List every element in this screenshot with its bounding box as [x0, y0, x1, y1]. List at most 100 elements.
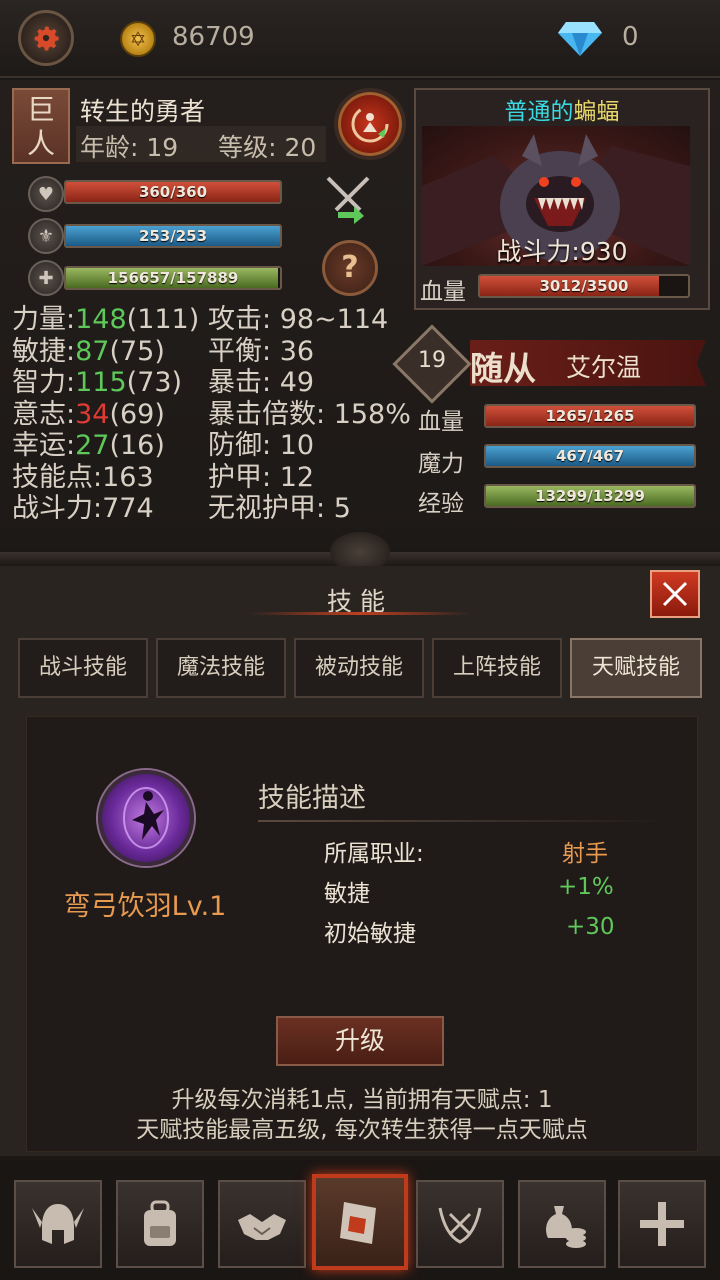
backpack-icon: [144, 1200, 176, 1246]
stats-right: 攻击: 98~114 平衡: 36 暴击: 49 暴击倍数: 158% 防御: 10 护甲…: [208, 304, 411, 525]
close-button[interactable]: [650, 570, 700, 618]
follower-exp-text: 13299/13299: [535, 487, 645, 505]
stat-label: 战斗力:: [12, 493, 103, 524]
close-icon: [662, 581, 688, 607]
stat-row: 幸运:27(16): [12, 430, 199, 462]
stat-row: 护甲: 12: [208, 462, 411, 494]
follower-hp-label: 血量: [418, 409, 464, 435]
desc-value-initial-agility: +30: [566, 914, 615, 940]
stat-row: 平衡: 36: [208, 336, 411, 368]
hero-exp-bar: 156657/157889: [64, 266, 282, 290]
desc-key-class: 所属职业:: [324, 841, 424, 867]
hero-name: 转生的勇者: [80, 97, 206, 126]
help-button[interactable]: ?: [322, 240, 378, 296]
stat-value: 5: [325, 493, 351, 524]
nav-inventory[interactable]: [116, 1180, 204, 1268]
question-icon: ?: [341, 250, 359, 285]
level-label: 等级:: [218, 133, 277, 162]
nav-skills[interactable]: [312, 1174, 408, 1270]
stat-value: 87: [75, 335, 110, 367]
helmet-mp-icon: ⚜: [28, 218, 64, 254]
hero-hp-bar: 360/360: [64, 180, 282, 204]
tab-passive-skills[interactable]: 被动技能: [294, 638, 424, 698]
stat-label: 暴击:: [208, 367, 272, 398]
skill-book-icon: [340, 1202, 376, 1244]
hero-mp-bar: 253/253: [64, 224, 282, 248]
stat-row: 无视护甲: 5: [208, 493, 411, 525]
stat-value: 10: [271, 430, 315, 461]
cross-icon: [640, 1202, 684, 1246]
stat-label: 护甲:: [208, 461, 272, 493]
enemy-hp-text: 3012/3500: [539, 277, 629, 295]
nav-alliance[interactable]: [218, 1180, 306, 1268]
stat-value: 27: [75, 430, 110, 461]
tab-talent-skills[interactable]: 天赋技能: [570, 638, 702, 698]
follower-mp-text: 467/467: [555, 447, 625, 465]
enemy-quality: 普通的: [504, 99, 574, 125]
stat-value: 98~114: [271, 304, 389, 335]
tab-magic-skills[interactable]: 魔法技能: [156, 638, 286, 698]
plus-icon: ✚: [28, 260, 64, 296]
stat-row: 攻击: 98~114: [208, 304, 411, 336]
enemy-power: 战斗力:930: [496, 237, 628, 266]
stat-base: (73): [126, 367, 183, 398]
hero-mp-text: 253/253: [138, 227, 208, 245]
stat-label: 智力:: [12, 367, 76, 398]
stat-label: 意志:: [12, 398, 76, 430]
stat-label: 力量:: [12, 304, 76, 335]
settings-button[interactable]: [18, 10, 74, 66]
stats-left: 力量:148(111) 敏捷:87(75) 智力:115(73) 意志:34(69) 幸…: [12, 304, 199, 525]
upgrade-button[interactable]: 升级: [276, 1016, 444, 1066]
follower-hp-bar: 1265/1265: [484, 404, 696, 428]
stat-value: 34: [75, 398, 110, 430]
gold-coin-icon: ✡: [120, 21, 156, 57]
stat-base: (75): [109, 335, 165, 367]
stat-value: 163: [102, 461, 154, 493]
nav-shop[interactable]: [518, 1180, 606, 1268]
stat-base: (69): [109, 398, 165, 430]
gem-amount: 0: [622, 22, 639, 52]
nav-battle[interactable]: [416, 1180, 504, 1268]
stat-label: 攻击:: [208, 304, 272, 335]
stat-label: 防御:: [208, 430, 272, 461]
tab-deploy-skills[interactable]: 上阵技能: [432, 638, 562, 698]
race-badge: 巨人: [12, 88, 70, 164]
tab-combat-skills[interactable]: 战斗技能: [18, 638, 148, 698]
follower-hp-text: 1265/1265: [545, 407, 635, 425]
gold-amount: 86709: [172, 22, 255, 52]
enemy-hp-bar: 3012/3500: [478, 274, 690, 298]
stat-row: 暴击: 49: [208, 367, 411, 399]
stat-value: 774: [102, 493, 154, 524]
desc-value-class: 射手: [562, 841, 608, 867]
stat-row: 防御: 10: [208, 430, 411, 462]
skill-archer-icon[interactable]: [98, 770, 194, 866]
leaping-figure-icon: [123, 787, 169, 849]
nav-hero[interactable]: [14, 1180, 102, 1268]
description-title: 技能描述: [258, 783, 366, 814]
stat-label: 幸运:: [12, 430, 76, 461]
skill-name: 弯弓饮羽Lv.1: [63, 891, 227, 922]
gear-icon: [34, 26, 59, 51]
nav-more[interactable]: [618, 1180, 706, 1268]
follower-mp-bar: 467/467: [484, 444, 696, 468]
diamond-icon: [558, 22, 602, 56]
stat-value: 148: [75, 304, 127, 335]
stat-row: 意志:34(69): [12, 399, 199, 431]
heart-icon: ♥: [28, 176, 64, 212]
talent-note-2: 天赋技能最高五级, 每次转生获得一点天赋点: [136, 1117, 588, 1143]
stat-label: 无视护甲:: [208, 493, 326, 524]
stat-row: 力量:148(111): [12, 304, 199, 336]
desc-value-agility: +1%: [558, 874, 614, 900]
stat-label: 敏捷:: [12, 335, 76, 367]
money-bag-icon: [546, 1206, 586, 1248]
hero-hp-text: 360/360: [138, 183, 208, 201]
stat-base: (16): [109, 430, 165, 461]
rebirth-button[interactable]: [334, 88, 406, 160]
stat-base: (111): [126, 304, 200, 335]
handshake-icon: [238, 1214, 286, 1240]
desc-key-initial-agility: 初始敏捷: [324, 921, 416, 947]
crossed-swords-swap-icon[interactable]: [320, 170, 376, 226]
level-value: 20: [284, 133, 317, 162]
crossed-swords-icon: [438, 1207, 482, 1244]
age-label: 年龄:: [80, 133, 139, 162]
